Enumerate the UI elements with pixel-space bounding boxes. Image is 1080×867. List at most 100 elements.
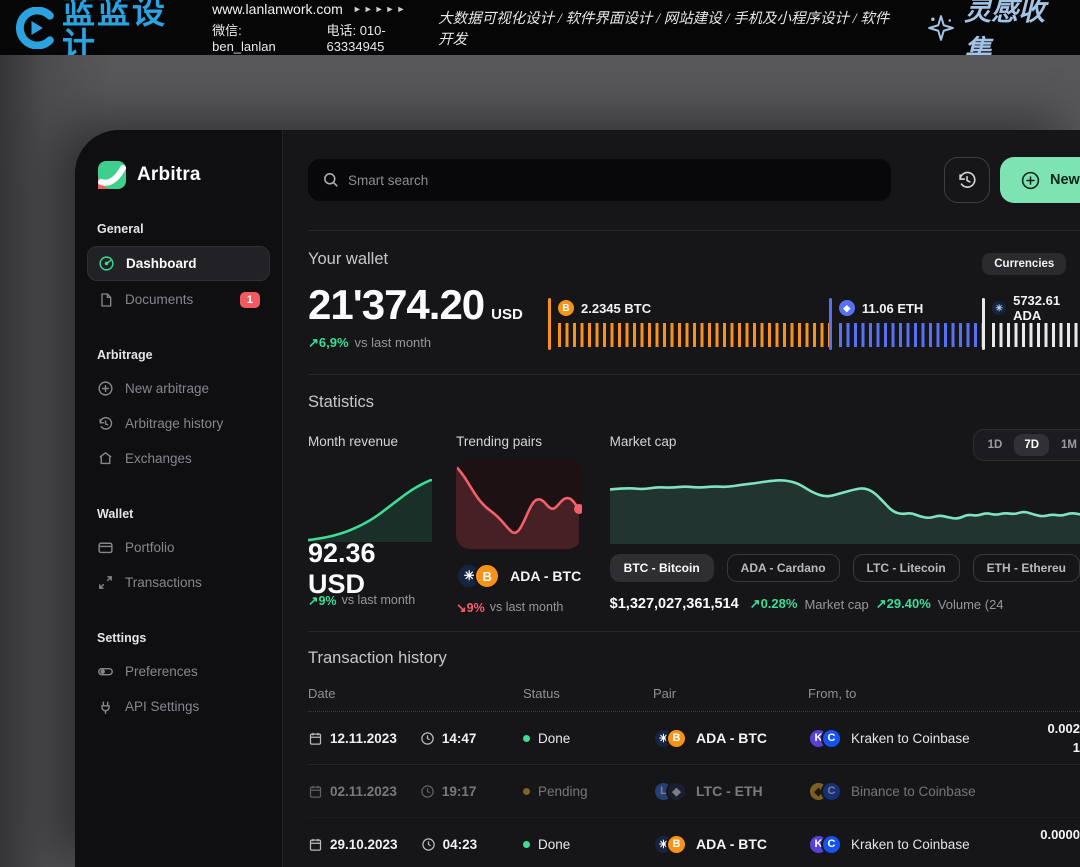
month-revenue-value: 92.36 USD [308,538,432,600]
table-row[interactable]: 29.10.2023 04:23 Done ✳ B ADA - BTC K [308,818,1080,867]
market-cap-chart [610,466,1080,544]
toggle-icon [97,663,114,680]
sidebar-item-label: Preferences [125,664,198,679]
range-1d[interactable]: 1D [978,434,1013,456]
calendar-icon [308,731,323,746]
btc-coin-icon: B [558,300,574,316]
sidebar: Arbitra General Dashboard Documents 1 [75,130,283,867]
trending-pairs-chart [456,459,581,549]
month-revenue-card: Month revenue 92.36 USD ↗9% vs last mont… [308,434,432,615]
calendar-icon [308,784,323,799]
tab-currencies[interactable]: Currencies [982,253,1066,275]
sidebar-item-new-arbitrage[interactable]: New arbitrage [87,372,270,405]
wallet-icon [97,539,114,556]
section-title-wallet: Wallet [87,507,270,521]
trending-change: ↘9% [456,600,485,615]
dashboard-icon [98,255,115,272]
trending-pair-name: ADA - BTC [510,568,581,584]
btc-bars [558,323,829,347]
new-arbitrage-button[interactable]: New a [1000,157,1080,203]
status-dot [523,841,530,848]
sidebar-item-documents[interactable]: Documents 1 [87,283,270,316]
btc-coin-icon: B [474,563,500,589]
plus-circle-icon [97,380,114,397]
pill-eth[interactable]: ETH - Ethereu [973,554,1080,582]
sidebar-item-exchanges[interactable]: Exchanges [87,442,270,475]
document-icon [97,291,114,308]
pill-ltc[interactable]: LTC - Litecoin [853,554,960,582]
plus-circle-icon [1020,170,1041,191]
col-date[interactable]: Date [308,686,523,701]
ada-segment[interactable]: ✳ 5732.61 ADA [982,298,1080,350]
sparkle-icon [926,13,956,43]
ada-bars [992,323,1080,347]
wallet-allocation-bar: B 2.2345 BTC ◆ 11.06 ETH ✳ 5732.61 ADA [548,298,1080,350]
wallet-currency: USD [491,306,523,323]
wechat-contact: 微信: ben_lanlan [212,20,304,54]
sidebar-item-portfolio[interactable]: Portfolio [87,531,270,564]
col-status[interactable]: Status [523,686,653,701]
ada-coin-icon: ✳ [992,301,1006,315]
history-button[interactable] [944,157,990,203]
app-logo[interactable]: Arbitra [87,160,270,190]
sidebar-item-api-settings[interactable]: API Settings [87,690,270,723]
col-from-to[interactable]: From, to [808,686,1008,701]
promo-banner: 蓝蓝设计 www.lanlanwork.com ►►►►► 微信: ben_la… [0,0,1080,55]
wallet-title: Your wallet [308,231,1080,269]
range-1m[interactable]: 1M [1051,434,1080,456]
sidebar-item-preferences[interactable]: Preferences [87,655,270,688]
search-input[interactable] [308,159,891,201]
market-cap-card: Market cap 1D 7D 1M BTC - Bitcoin ADA - … [610,434,1080,615]
eth-coin-icon: ◆ [666,781,687,802]
eth-coin-icon: ◆ [839,300,855,316]
plug-icon [97,698,114,715]
main-content: New a Your wallet Currencies E 21'374.20… [283,130,1080,867]
btc-coin-icon: B [666,728,687,749]
wallet-change: ↗6,9% [308,335,349,351]
eth-segment[interactable]: ◆ 11.06 ETH [829,298,982,350]
sidebar-item-label: Arbitrage history [125,416,223,431]
table-row[interactable]: 12.11.2023 14:47 Done ✳ B ADA - BTC K [308,712,1080,765]
range-selector: 1D 7D 1M [973,429,1080,461]
btc-segment[interactable]: B 2.2345 BTC [548,298,829,350]
exchange-icon [97,450,114,467]
coinbase-icon: C [821,728,842,749]
wallet-change-note: vs last month [355,335,432,351]
amount-cell: 0.0000 [1008,818,1080,844]
month-revenue-label: Month revenue [308,434,432,452]
table-row[interactable]: 02.11.2023 19:17 Pending L ◆ LTC - ETH ◆ [308,765,1080,818]
sidebar-item-label: New arbitrage [125,381,209,396]
btc-coin-icon: B [666,834,687,855]
pill-btc[interactable]: BTC - Bitcoin [610,554,714,582]
documents-badge: 1 [240,292,260,308]
arbitra-logo-icon [97,160,127,190]
desktop-background: Arbitra General Dashboard Documents 1 [0,55,1080,867]
transactions-title: Transaction history [308,632,1080,668]
sidebar-item-transactions[interactable]: Transactions [87,566,270,599]
lanlan-brand-text: 蓝蓝设计 [62,0,194,61]
sidebar-item-dashboard[interactable]: Dashboard [87,246,270,281]
status-dot [523,788,530,795]
month-revenue-chart [308,479,432,542]
phone-contact: 电话: 010-63334945 [326,20,438,54]
clock-icon [420,731,435,746]
pill-ada[interactable]: ADA - Cardano [727,554,840,582]
clock-icon [420,784,435,799]
transaction-history-section: Transaction history Date Status Pair Fro… [308,632,1080,867]
amount-cell: 0.002 1 [1008,712,1080,757]
wallet-section: Your wallet Currencies E 21'374.20 USD ↗… [308,231,1080,374]
section-title-general: General [87,222,270,236]
site-url[interactable]: www.lanlanwork.com [212,1,343,17]
lanlan-logo[interactable]: 蓝蓝设计 [14,0,194,61]
coin-pills: BTC - Bitcoin ADA - Cardano LTC - Liteco… [610,554,1080,582]
sidebar-item-label: Transactions [125,575,202,590]
col-pair[interactable]: Pair [653,686,808,701]
sidebar-item-arbitrage-history[interactable]: Arbitrage history [87,407,270,440]
coinbase-icon: C [821,781,842,802]
table-header: Date Status Pair From, to [308,686,1080,712]
trending-pairs-label: Trending pairs [456,434,581,452]
range-7d[interactable]: 7D [1014,434,1049,456]
search-icon [322,171,339,188]
lanlan-logo-icon [14,7,56,49]
volume-change: ↗29.40% [876,596,931,612]
